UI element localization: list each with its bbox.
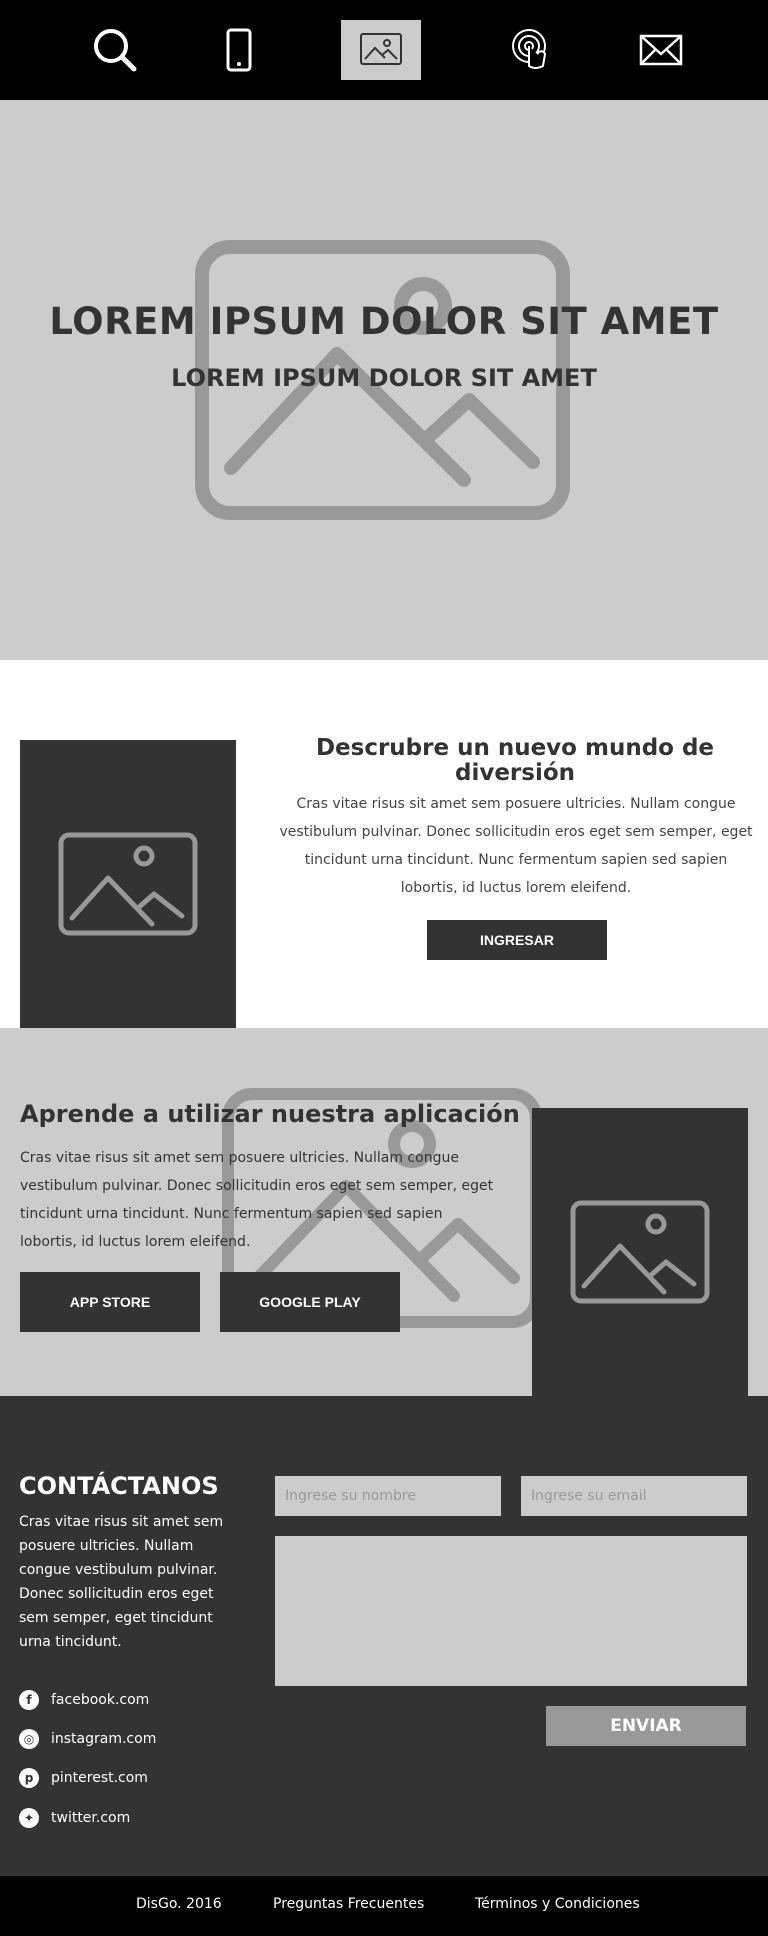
footer: DisGo. 2016 Preguntas Frecuentes Término… [0,1876,768,1936]
app-text: Cras vitae risus sit amet sem posuere ul… [20,1150,494,1250]
image-icon [58,832,198,936]
social-facebook[interactable]: f facebook.com [19,1690,149,1710]
search-icon [94,29,137,72]
mail-icon [639,34,683,66]
discover-title: Descrubre un nuevo mundo de diversión [315,735,715,786]
social-label[interactable]: pinterest.com [51,1770,148,1786]
app-section: Aprende a utilizar nuestra aplicación Cr… [0,1028,768,1396]
message-field[interactable] [275,1536,747,1686]
hero-section: LOREM IPSUM DOLOR SIT AMET LOREM IPSUM D… [0,100,768,660]
touch-icon [512,29,547,69]
social-label[interactable]: twitter.com [51,1810,130,1826]
nav-gallery-button[interactable] [341,20,421,80]
app-store-button[interactable]: APP STORE [20,1272,200,1332]
ingresar-button[interactable]: INGRESAR [427,920,607,960]
image-icon [570,1200,710,1304]
pinterest-icon: p [19,1768,39,1788]
nav-contact-button[interactable] [621,20,701,80]
nav-touch-button[interactable] [491,20,571,80]
google-play-button[interactable]: GOOGLE PLAY [220,1272,400,1332]
smartphone-icon [226,28,252,72]
contact-section: CONTÁCTANOS Cras vitae risus sit amet se… [0,1396,768,1876]
social-instagram[interactable]: ◎ instagram.com [19,1729,156,1749]
send-button[interactable]: ENVIAR [546,1706,746,1746]
nav-search-button[interactable] [75,20,155,80]
discover-image [20,740,236,1028]
social-label[interactable]: facebook.com [51,1692,149,1708]
name-field[interactable] [275,1476,501,1516]
contact-text: Cras vitae risus sit amet sem posuere ul… [19,1514,224,1650]
footer-faq-link[interactable]: Preguntas Frecuentes [273,1896,424,1912]
footer-copyright: DisGo. 2016 [136,1896,222,1912]
app-title: Aprende a utilizar nuestra aplicación [20,1100,520,1128]
nav-mobile-button[interactable] [199,20,279,80]
email-field[interactable] [521,1476,747,1516]
image-icon [360,33,402,65]
social-twitter[interactable]: ✦ twitter.com [19,1808,130,1828]
social-pinterest[interactable]: p pinterest.com [19,1768,148,1788]
footer-terms-link[interactable]: Términos y Condiciones [475,1896,640,1912]
hero-subtitle: LOREM IPSUM DOLOR SIT AMET [171,364,597,392]
instagram-icon: ◎ [19,1729,39,1749]
top-nav [0,0,768,100]
twitter-icon: ✦ [19,1808,39,1828]
contact-title: CONTÁCTANOS [19,1472,219,1500]
hero-title: LOREM IPSUM DOLOR SIT AMET [49,300,719,343]
app-image [532,1108,748,1396]
social-label[interactable]: instagram.com [51,1731,156,1747]
discover-text: Cras vitae risus sit amet sem posuere ul… [279,796,753,896]
facebook-icon: f [19,1690,39,1710]
discover-section: Descrubre un nuevo mundo de diversión Cr… [0,660,768,1028]
